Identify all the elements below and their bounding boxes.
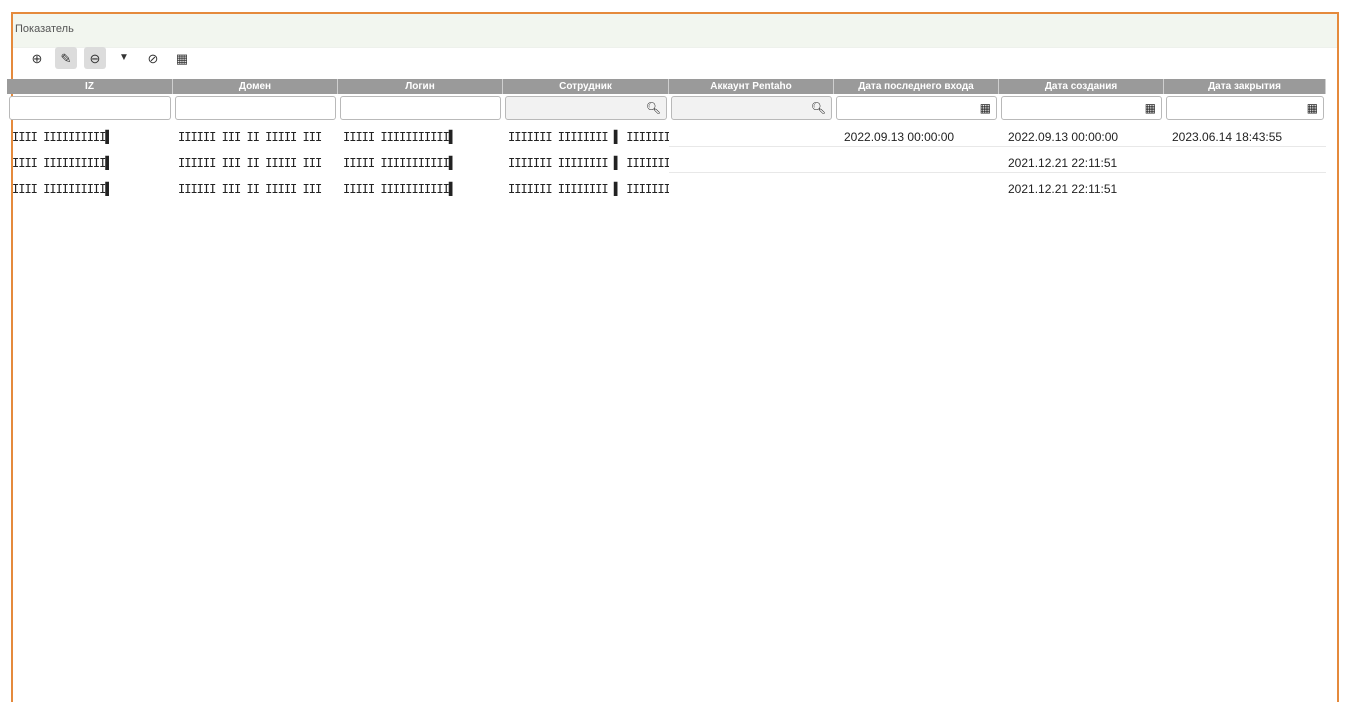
- cell-last-login: [834, 180, 999, 198]
- cell-closed: [1164, 154, 1326, 172]
- column-header-closed[interactable]: Дата закрытия: [1164, 79, 1326, 94]
- search-icon[interactable]: 🔍︎: [811, 101, 826, 115]
- filter-closed-input[interactable]: ▦: [1166, 96, 1324, 120]
- columns-button[interactable]: ▦: [171, 47, 193, 69]
- cell-pentaho: [669, 180, 834, 198]
- calendar-icon[interactable]: ▦: [980, 101, 991, 115]
- cell-login: IIIII IIIIIIIIIII▌: [343, 130, 456, 144]
- filter-iz-input[interactable]: [9, 96, 171, 120]
- search-icon[interactable]: 🔍︎: [646, 101, 661, 115]
- cell-employee: IIIIIII IIIIIIII ▌ IIIIIIIIIIIII IIIII: [508, 130, 669, 144]
- filter-domain-input[interactable]: [175, 96, 336, 120]
- cell-iz: IIII IIIIIIIIII▌: [12, 130, 113, 144]
- cell-iz: IIII IIIIIIIIII▌: [12, 182, 113, 196]
- remove-button[interactable]: ⊖: [84, 47, 106, 69]
- row-dates: 2022.09.13 00:00:00 2022.09.13 00:00:00 …: [669, 128, 1326, 147]
- filter-button[interactable]: ▼: [113, 47, 135, 69]
- row-dates: 2021.12.21 22:11:51: [669, 180, 1326, 198]
- cell-iz: IIII IIIIIIIIII▌: [12, 156, 113, 170]
- cell-closed: 2023.06.14 18:43:55: [1172, 130, 1283, 144]
- table-row[interactable]: IIII IIIIIIIIII▌ IIIIII III II IIIII III…: [7, 128, 1326, 154]
- grid-toolbar: ⊕ ✎ ⊖ ▼ ⊘ ▦: [26, 47, 200, 69]
- filter-icon: ▼: [119, 52, 129, 63]
- add-button[interactable]: ⊕: [26, 47, 48, 69]
- column-header-last-login[interactable]: Дата последнего входа: [834, 79, 999, 94]
- cell-closed: [1164, 180, 1326, 198]
- cell-created: 2021.12.21 22:11:51: [1008, 156, 1118, 170]
- edit-icon: ✎: [60, 50, 72, 66]
- edit-button[interactable]: ✎: [55, 47, 77, 69]
- table-icon: ▦: [175, 50, 189, 66]
- cell-employee: IIIIIII IIIIIIII ▌ IIIIIIIIIIIII IIIII: [508, 156, 669, 170]
- minus-circle-icon: ⊖: [89, 50, 101, 66]
- column-header-iz[interactable]: IZ: [7, 79, 173, 94]
- filter-last-login-input[interactable]: ▦: [836, 96, 997, 120]
- cancel-filter-button[interactable]: ⊘: [142, 47, 164, 69]
- filter-row: 🔍︎ 🔍︎ ▦ ▦ ▦: [7, 94, 1326, 122]
- filter-created-input[interactable]: ▦: [1001, 96, 1162, 120]
- cell-created: 2022.09.13 00:00:00: [1008, 130, 1119, 144]
- filter-employee-input[interactable]: 🔍︎: [505, 96, 667, 120]
- column-header-created[interactable]: Дата создания: [999, 79, 1164, 94]
- plus-circle-icon: ⊕: [31, 50, 43, 66]
- calendar-icon[interactable]: ▦: [1145, 101, 1156, 115]
- cell-domain: IIIIII III II IIIII III: [178, 156, 322, 170]
- cell-login: IIIII IIIIIIIIIII▌: [343, 156, 456, 170]
- column-header-pentaho[interactable]: Аккаунт Pentaho: [669, 79, 834, 94]
- column-header-domain[interactable]: Домен: [173, 79, 338, 94]
- grid-header: IZ Домен Логин Сотрудник Аккаунт Pentaho…: [7, 79, 1326, 94]
- ban-icon: ⊘: [147, 50, 159, 66]
- cell-created: 2021.12.21 22:11:51: [1008, 182, 1118, 196]
- cell-login: IIIII IIIIIIIIIII▌: [343, 182, 456, 196]
- table-row[interactable]: IIII IIIIIIIIII▌ IIIIII III II IIIII III…: [7, 154, 1326, 180]
- filter-login-input[interactable]: [340, 96, 501, 120]
- column-header-login[interactable]: Логин: [338, 79, 503, 94]
- calendar-icon[interactable]: ▦: [1307, 101, 1318, 115]
- column-header-employee[interactable]: Сотрудник: [503, 79, 669, 94]
- cell-pentaho: [669, 154, 834, 172]
- accounts-grid: IZ Домен Логин Сотрудник Аккаунт Pentaho…: [7, 79, 1326, 206]
- cell-employee: IIIIIII IIIIIIII ▌ IIIIIIIIIIIII IIIII: [508, 182, 669, 196]
- panel-title: Показатель: [13, 14, 1337, 48]
- table-row[interactable]: IIII IIIIIIIIII▌ IIIIII III II IIIII III…: [7, 180, 1326, 206]
- filter-pentaho-input[interactable]: 🔍︎: [671, 96, 832, 120]
- cell-last-login: 2022.09.13 00:00:00: [844, 130, 955, 144]
- row-dates: 2021.12.21 22:11:51: [669, 154, 1326, 173]
- grid-body: IIII IIIIIIIIII▌ IIIIII III II IIIII III…: [7, 128, 1326, 206]
- cell-domain: IIIIII III II IIIII III: [178, 182, 322, 196]
- cell-pentaho: [669, 128, 834, 146]
- cell-domain: IIIIII III II IIIII III: [178, 130, 322, 144]
- cell-last-login: [834, 154, 999, 172]
